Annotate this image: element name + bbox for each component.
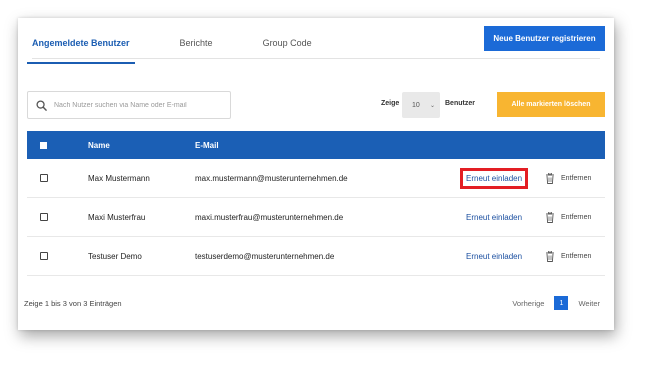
next-page-link[interactable]: Weiter <box>578 299 600 308</box>
user-email: testuserdemo@musterunternehmen.de <box>195 251 335 261</box>
page-size-suffix: Benutzer <box>445 100 475 107</box>
row-checkbox[interactable] <box>40 252 48 260</box>
row-checkbox[interactable] <box>40 174 48 182</box>
remove-action[interactable]: Entfernen <box>545 250 592 262</box>
user-name: Testuser Demo <box>88 251 142 261</box>
reinvite-link[interactable]: Erneut einladen <box>460 167 529 189</box>
chevron-down-icon: ⌄ <box>429 102 435 109</box>
reinvite-link[interactable]: Erneut einladen <box>460 207 528 228</box>
previous-page-link[interactable]: Vorherige <box>512 299 544 308</box>
pagination: Vorherige 1 Weiter <box>512 296 600 310</box>
user-name: Max Mustermann <box>88 173 150 183</box>
page-size-prefix: Zeige <box>381 100 400 107</box>
trash-icon <box>546 250 554 262</box>
remove-action[interactable]: Entfernen <box>545 211 592 223</box>
tab-group-code[interactable]: Group Code <box>263 38 312 64</box>
remove-label: Entfernen <box>561 252 592 260</box>
delete-marked-button[interactable]: Alle markierten löschen <box>497 92 605 117</box>
tab-reports[interactable]: Berichte <box>180 38 213 64</box>
table-row: Testuser Demo testuserdemo@musterunterne… <box>27 237 605 276</box>
tab-registered-users[interactable]: Angemeldete Benutzer <box>27 38 135 64</box>
trash-icon <box>546 172 554 184</box>
remove-label: Entfernen <box>561 174 592 182</box>
tab-divider <box>32 58 600 59</box>
register-users-button[interactable]: Neue Benutzer registrieren <box>484 26 605 51</box>
tab-bar: Angemeldete Benutzer Berichte Group Code <box>27 38 362 64</box>
table-row: Max Mustermann max.mustermann@musterunte… <box>27 159 605 198</box>
current-page-button[interactable]: 1 <box>554 296 569 310</box>
entries-info: Zeige 1 bis 3 von 3 Einträgen <box>24 299 122 308</box>
users-panel: Angemeldete Benutzer Berichte Group Code… <box>18 18 614 330</box>
remove-label: Entfernen <box>561 213 592 221</box>
column-header-email: E-Mail <box>195 140 219 150</box>
reinvite-link[interactable]: Erneut einladen <box>460 246 528 267</box>
row-checkbox[interactable] <box>40 213 48 221</box>
trash-icon <box>546 211 554 223</box>
user-email: maxi.musterfrau@musterunternehmen.de <box>195 212 344 222</box>
search-input[interactable] <box>54 101 224 109</box>
users-table: Name E-Mail Max Mustermann max.musterman… <box>27 131 605 276</box>
search-box[interactable] <box>27 91 231 119</box>
user-name: Maxi Musterfrau <box>88 212 146 222</box>
search-icon <box>34 98 48 112</box>
remove-action[interactable]: Entfernen <box>545 172 592 184</box>
screenshot-canvas: Angemeldete Benutzer Berichte Group Code… <box>0 0 653 371</box>
page-size-value: 10 <box>412 101 420 109</box>
select-all-checkbox[interactable] <box>40 141 47 149</box>
column-header-name: Name <box>88 140 110 150</box>
user-email: max.mustermann@musterunternehmen.de <box>195 173 348 183</box>
page-size-select[interactable]: 10 ⌄ <box>402 92 440 118</box>
table-row: Maxi Musterfrau maxi.musterfrau@musterun… <box>27 198 605 237</box>
table-header: Name E-Mail <box>27 131 605 159</box>
